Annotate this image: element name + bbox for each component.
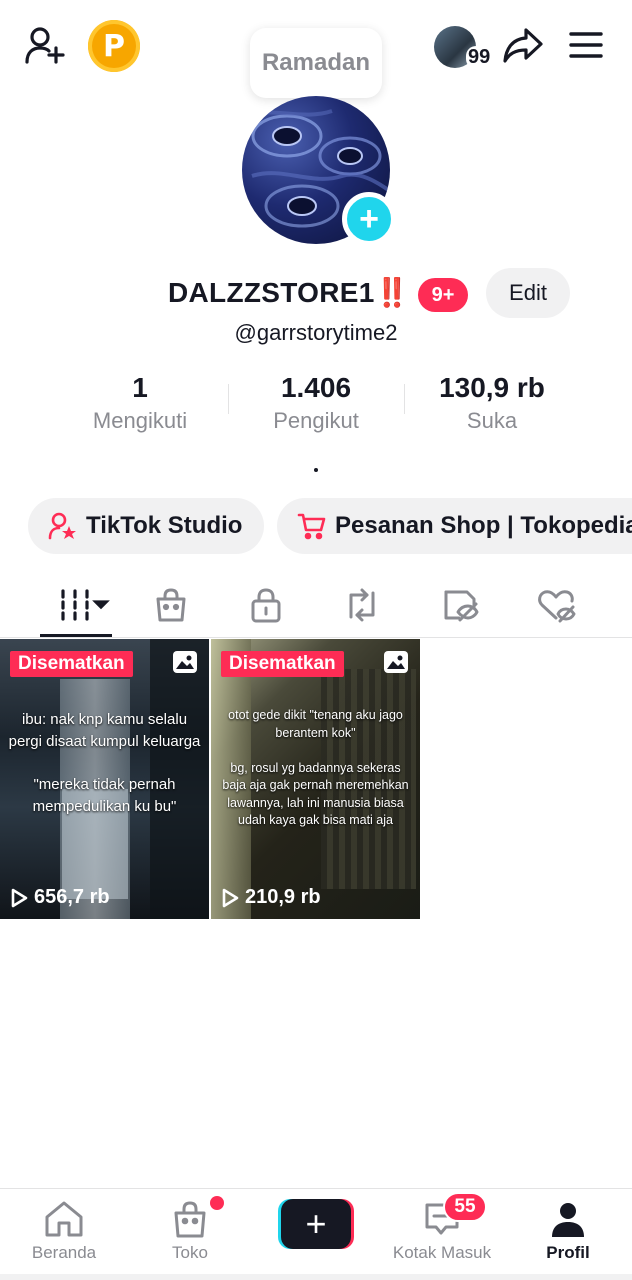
nav-inbox-label: Kotak Masuk (392, 1243, 492, 1262)
tab-hidden[interactable] (430, 580, 490, 630)
system-bottom-bar (0, 1274, 632, 1280)
followers-count: 1.406 (280, 372, 352, 403)
lock-icon (251, 588, 281, 623)
inbox-badge: 55 (443, 1192, 487, 1222)
video-caption: otot gede dikit "tenang aku jago berante… (222, 708, 409, 827)
share-icon[interactable] (500, 24, 546, 66)
bio-text (314, 468, 318, 472)
view-count-value: 210,9 rb (245, 886, 321, 908)
tab-videos[interactable] (50, 580, 114, 630)
coin-letter: P (103, 28, 125, 64)
display-name: DALZZSTORE1‼️ (168, 277, 410, 308)
repost-icon (349, 588, 375, 622)
following-stat[interactable]: 1 Mengikuti (50, 372, 230, 434)
story-count: 99 (466, 46, 493, 69)
nav-profile-label: Profil (546, 1243, 590, 1262)
likes-stat[interactable]: 130,9 rb Suka (402, 372, 582, 434)
hidden-icon (444, 590, 479, 622)
cart-icon (297, 513, 326, 540)
tab-private[interactable] (236, 580, 296, 630)
photo-icon (173, 651, 197, 673)
nav-home[interactable]: Beranda (4, 1199, 124, 1269)
view-count: 210,9 rb (221, 886, 321, 909)
tab-liked[interactable] (526, 580, 586, 630)
content-tabs (0, 572, 632, 638)
view-count-value: 656,7 rb (34, 886, 110, 908)
menu-icon[interactable] (566, 26, 606, 64)
view-count: 656,7 rb (10, 886, 110, 909)
create-plus-icon: + (281, 1199, 351, 1249)
photo-icon (384, 651, 408, 673)
bottom-navigation: Beranda Toko + Kotak Masuk Profil (0, 1188, 632, 1280)
story-avatar[interactable]: 99 (434, 26, 494, 70)
likes-label: Suka (466, 408, 518, 433)
video-thumbnail[interactable]: Disematkan otot gede dikit "tenang aku j… (211, 639, 420, 919)
status-bubble-text: Ramadan (261, 49, 371, 76)
edit-profile-button[interactable]: Edit (486, 268, 570, 318)
coins-icon[interactable]: P (88, 20, 140, 72)
profile-icon (552, 1203, 584, 1237)
shop-bag-icon (156, 588, 186, 622)
following-count: 1 (132, 372, 148, 403)
grid-icon (61, 589, 110, 621)
create-button[interactable]: + (278, 1199, 354, 1249)
nav-home-label: Beranda (31, 1243, 97, 1262)
pinned-badge: Disematkan (221, 651, 344, 677)
add-story-button[interactable]: + (342, 192, 396, 246)
following-label: Mengikuti (92, 408, 188, 433)
creator-star-icon (48, 512, 76, 540)
nav-shop-label: Toko (172, 1243, 208, 1262)
user-handle: @garrstorytime2 (234, 320, 398, 345)
followers-label: Pengikut (273, 408, 359, 433)
play-icon (222, 888, 239, 907)
tiktok-studio-button[interactable]: TikTok Studio (28, 498, 264, 554)
notification-badge[interactable]: 9+ (418, 278, 468, 312)
tab-reposts[interactable] (332, 580, 392, 630)
name-row: DALZZSTORE1‼️ 9+ Edit (0, 268, 632, 320)
pinned-badge: Disematkan (10, 651, 133, 677)
add-friend-icon[interactable] (22, 22, 68, 68)
status-bubble[interactable]: Ramadan (250, 28, 382, 98)
likes-count: 130,9 rb (439, 372, 545, 403)
home-icon (45, 1201, 83, 1237)
shop-icon (174, 1201, 206, 1238)
video-caption: ibu: nak knp kamu selalu pergi disaat ku… (8, 711, 201, 815)
tab-shop[interactable] (141, 580, 201, 630)
play-icon (11, 888, 28, 907)
shop-notification-dot (210, 1196, 224, 1210)
liked-hidden-icon (538, 590, 576, 623)
video-thumbnail[interactable]: Disematkan ibu: nak knp kamu selalu perg… (0, 639, 209, 919)
shop-orders-button[interactable]: Pesanan Shop | Tokopedia (277, 498, 632, 554)
nav-profile[interactable]: Profil (508, 1199, 628, 1269)
shop-orders-label: Pesanan Shop | Tokopedia (335, 512, 632, 539)
tiktok-studio-label: TikTok Studio (86, 512, 243, 539)
followers-stat[interactable]: 1.406 Pengikut (226, 372, 406, 434)
active-tab-indicator (40, 634, 112, 637)
nav-shop[interactable]: Toko (130, 1199, 250, 1269)
